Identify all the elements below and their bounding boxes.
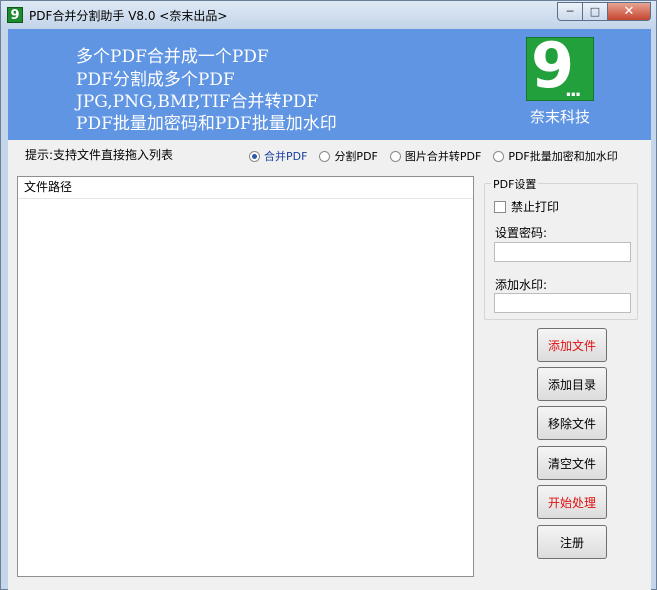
mode-label-images: 图片合并转PDF — [404, 150, 482, 163]
start-processing-button[interactable]: 开始处理 — [537, 485, 607, 519]
remove-file-button[interactable]: 移除文件 — [537, 406, 607, 440]
radio-unchecked-icon — [389, 150, 401, 162]
maximize-icon: □ — [589, 5, 601, 18]
mode-label-merge: 合并PDF — [264, 150, 308, 163]
brand-name: 奈末科技 — [530, 108, 591, 126]
window-title: PDF合并分割助手 V8.0 <奈末出品> — [29, 9, 228, 23]
watermark-input[interactable] — [494, 293, 631, 313]
mode-radio-encrypt[interactable]: PDF批量加密和加水印 — [493, 148, 618, 164]
window-controls: ─ □ ✕ — [557, 2, 651, 21]
logo-dots: ... — [565, 80, 581, 101]
add-file-button[interactable]: 添加文件 — [537, 328, 607, 362]
app-window: 9 PDF合并分割助手 V8.0 <奈末出品> ─ □ ✕ 多个PDF合并成一个… — [0, 0, 657, 590]
password-label: 设置密码: — [495, 226, 548, 240]
checkbox-unchecked-icon — [494, 200, 506, 213]
title-bar[interactable]: 9 PDF合并分割助手 V8.0 <奈末出品> ─ □ ✕ — [1, 1, 656, 29]
mode-radio-images[interactable]: 图片合并转PDF — [389, 148, 482, 164]
column-header-path[interactable]: 文件路径 — [18, 177, 473, 199]
mode-radio-merge[interactable]: 合并PDF — [249, 148, 307, 164]
pdf-settings-group: PDF设置 禁止打印 设置密码: 添加水印: — [484, 176, 638, 320]
banner-line-encrypt: PDF批量加密码和PDF批量加水印 — [76, 114, 337, 134]
pdf-settings-title: PDF设置 — [491, 176, 539, 192]
feature-banner: 多个PDF合并成一个PDF PDF分割成多个PDF JPG,PNG,BMP,TI… — [8, 29, 651, 140]
disable-print-label: 禁止打印 — [511, 200, 560, 214]
app-icon: 9 — [7, 7, 23, 23]
brand-logo: 9 ... — [526, 37, 594, 101]
drag-drop-hint: 提示:支持文件直接拖入列表 — [25, 148, 174, 162]
mode-label-encrypt: PDF批量加密和加水印 — [508, 150, 618, 163]
password-input[interactable] — [494, 242, 631, 262]
add-folder-button[interactable]: 添加目录 — [537, 367, 607, 401]
minimize-icon: ─ — [566, 5, 574, 18]
watermark-label: 添加水印: — [495, 278, 548, 292]
close-icon: ✕ — [623, 4, 635, 19]
mode-label-split: 分割PDF — [334, 150, 378, 163]
file-list[interactable]: 文件路径 — [17, 176, 474, 577]
mode-radio-group: 合并PDF 分割PDF 图片合并转PDF PDF批量加密和加水印 — [249, 148, 630, 164]
mode-radio-split[interactable]: 分割PDF — [319, 148, 378, 164]
maximize-button[interactable]: □ — [583, 2, 608, 21]
radio-checked-icon — [249, 150, 260, 162]
close-button[interactable]: ✕ — [608, 2, 651, 21]
register-button[interactable]: 注册 — [537, 525, 607, 559]
radio-unchecked-icon — [319, 150, 331, 162]
clear-files-button[interactable]: 清空文件 — [537, 446, 607, 480]
client-area: 多个PDF合并成一个PDF PDF分割成多个PDF JPG,PNG,BMP,TI… — [8, 29, 651, 590]
banner-line-merge: 多个PDF合并成一个PDF — [76, 47, 269, 67]
radio-unchecked-icon — [493, 150, 505, 162]
minimize-button[interactable]: ─ — [557, 2, 583, 21]
disable-print-checkbox[interactable]: 禁止打印 — [494, 198, 559, 215]
